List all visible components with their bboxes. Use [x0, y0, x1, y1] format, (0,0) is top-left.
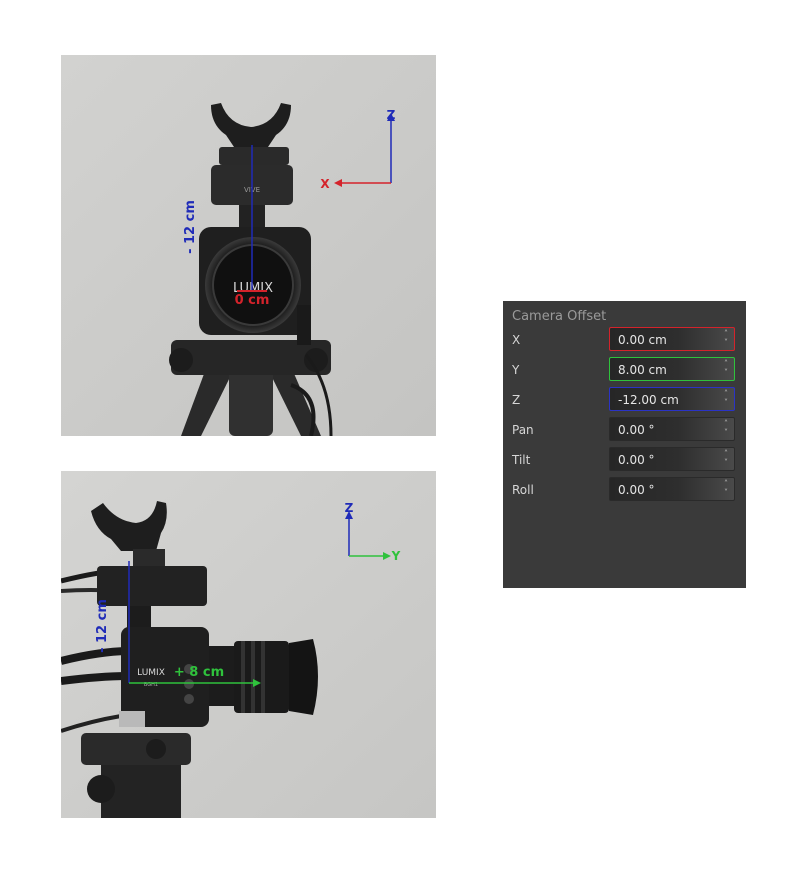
- field-value: 0.00 cm: [618, 333, 667, 347]
- z-offset-label: - 12 cm: [183, 200, 198, 254]
- x-offset-field[interactable]: 0.00 cm ˄ ˅: [609, 327, 735, 351]
- pan-field[interactable]: 0.00 ° ˄ ˅: [609, 417, 735, 441]
- offset-row-y: Y 8.00 cm ˄ ˅: [503, 357, 746, 383]
- roll-field[interactable]: 0.00 ° ˄ ˅: [609, 477, 735, 501]
- spinner[interactable]: ˄ ˅: [721, 390, 731, 408]
- z-axis-label: Z: [387, 108, 396, 122]
- field-value: 0.00 °: [618, 453, 655, 467]
- chevron-down-icon[interactable]: ˅: [722, 369, 730, 377]
- y-axis-label: Y: [391, 549, 401, 563]
- x-offset-label: 0 cm: [235, 293, 270, 308]
- camera-body: LUMIX: [199, 227, 311, 345]
- chevron-up-icon[interactable]: ˄: [722, 420, 730, 428]
- panel-title: Camera Offset: [512, 309, 607, 324]
- offset-row-tilt: Tilt 0.00 ° ˄ ˅: [503, 447, 746, 473]
- chevron-down-icon[interactable]: ˅: [722, 399, 730, 407]
- field-value: 8.00 cm: [618, 363, 667, 377]
- tilt-field[interactable]: 0.00 ° ˄ ˅: [609, 447, 735, 471]
- z-offset-field[interactable]: -12.00 cm ˄ ˅: [609, 387, 735, 411]
- chevron-up-icon[interactable]: ˄: [722, 360, 730, 368]
- z-axis-label: Z: [345, 501, 354, 515]
- row-label: Roll: [512, 483, 534, 497]
- chevron-up-icon[interactable]: ˄: [722, 450, 730, 458]
- offset-row-x: X 0.00 cm ˄ ˅: [503, 327, 746, 353]
- chevron-down-icon[interactable]: ˅: [722, 429, 730, 437]
- spinner[interactable]: ˄ ˅: [721, 420, 731, 438]
- field-value: -12.00 cm: [618, 393, 679, 407]
- chevron-down-icon[interactable]: ˅: [722, 459, 730, 467]
- lumix-label: LUMIX: [137, 668, 165, 678]
- chevron-up-icon[interactable]: ˄: [722, 480, 730, 488]
- chevron-up-icon[interactable]: ˄: [722, 330, 730, 338]
- row-label: Tilt: [512, 453, 531, 467]
- offset-row-pan: Pan 0.00 ° ˄ ˅: [503, 417, 746, 443]
- row-label: Z: [512, 393, 521, 407]
- spinner[interactable]: ˄ ˅: [721, 360, 731, 378]
- camera-offset-panel: Camera Offset X 0.00 cm ˄ ˅ Y 8.00 cm ˄ …: [503, 301, 746, 588]
- field-value: 0.00 °: [618, 423, 655, 437]
- row-label: X: [512, 333, 521, 347]
- spinner[interactable]: ˄ ˅: [721, 450, 731, 468]
- offset-row-z: Z -12.00 cm ˄ ˅: [503, 387, 746, 413]
- front-view-photo: VIVE LUMIX Z X - 12 cm 0 cm: [61, 55, 436, 436]
- offset-row-roll: Roll 0.00 ° ˄ ˅: [503, 477, 746, 503]
- field-value: 0.00 °: [618, 483, 655, 497]
- spinner[interactable]: ˄ ˅: [721, 330, 731, 348]
- row-label: Y: [512, 363, 520, 377]
- y-offset-label: + 8 cm: [174, 665, 224, 680]
- side-view-photo: LUMIX BGH1 Z Y - 12 cm + 8 cm: [61, 471, 436, 818]
- row-label: Pan: [512, 423, 534, 437]
- spinner[interactable]: ˄ ˅: [721, 480, 731, 498]
- chevron-down-icon[interactable]: ˅: [722, 489, 730, 497]
- chevron-down-icon[interactable]: ˅: [722, 339, 730, 347]
- y-offset-field[interactable]: 8.00 cm ˄ ˅: [609, 357, 735, 381]
- x-axis-label: X: [320, 177, 330, 191]
- chevron-up-icon[interactable]: ˄: [722, 390, 730, 398]
- z-offset-label: - 12 cm: [95, 599, 110, 653]
